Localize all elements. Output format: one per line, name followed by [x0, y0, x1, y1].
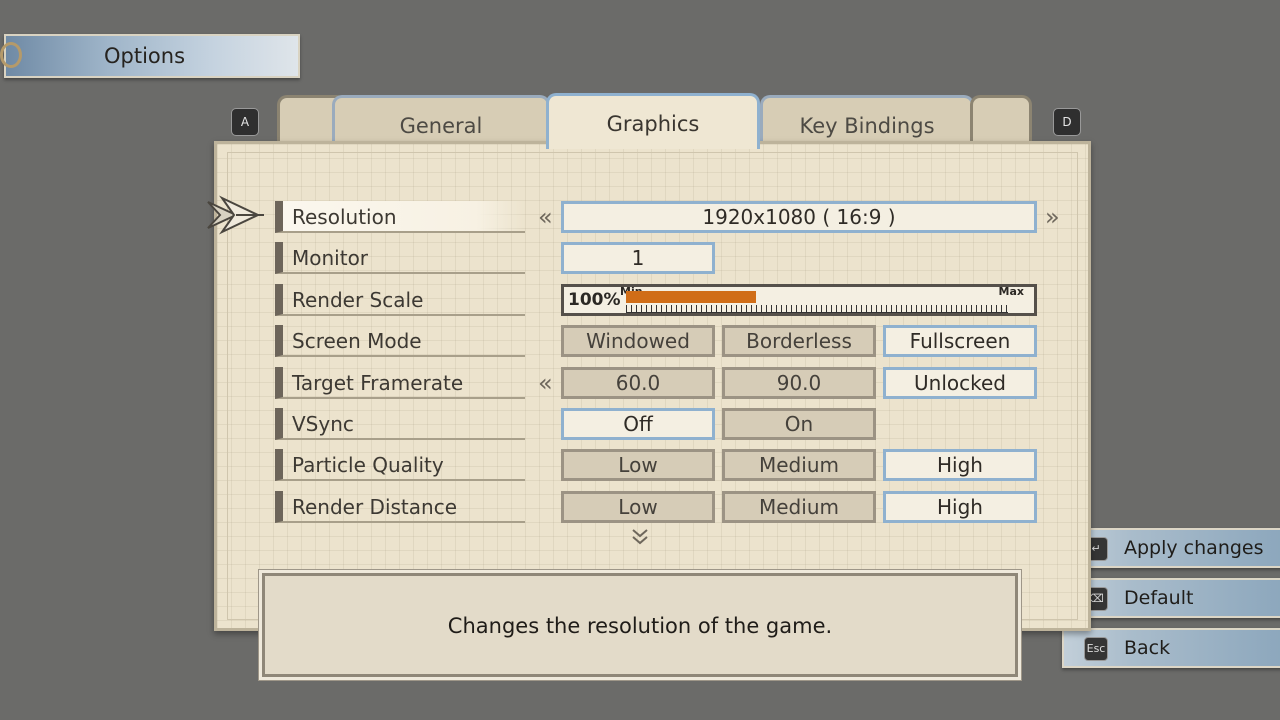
setting-row-target-framerate[interactable]: Target Framerate « 60.0 90.0 Unlocked [275, 367, 1095, 401]
particle-quality-label: Particle Quality [275, 449, 525, 481]
back-button[interactable]: Esc Back [1062, 628, 1280, 668]
next-tab-key[interactable]: D [1053, 108, 1081, 136]
vsync-option-off[interactable]: Off [561, 408, 715, 440]
setting-row-resolution[interactable]: Resolution « 1920x1080 ( 16:9 ) » [275, 201, 1095, 235]
screen-mode-option-borderless[interactable]: Borderless [722, 325, 876, 357]
resolution-label: Resolution [275, 201, 525, 233]
screen-mode-option-windowed[interactable]: Windowed [561, 325, 715, 357]
render-scale-value: 100% [568, 290, 621, 310]
tag-ring-icon [0, 42, 22, 68]
setting-row-render-distance[interactable]: Render Distance Low Medium High [275, 491, 1095, 525]
esc-key-icon: Esc [1084, 637, 1108, 661]
screen-mode-label: Screen Mode [275, 325, 525, 357]
tab-general-label: General [399, 114, 483, 138]
setting-row-screen-mode[interactable]: Screen Mode Windowed Borderless Fullscre… [275, 325, 1095, 359]
apply-changes-button[interactable]: ↵ Apply changes [1062, 528, 1280, 568]
apply-changes-label: Apply changes [1124, 537, 1264, 559]
render-scale-label: Render Scale [275, 284, 525, 316]
description-box: Changes the resolution of the game. [262, 573, 1018, 677]
monitor-label: Monitor [275, 242, 525, 274]
framerate-option-60[interactable]: 60.0 [561, 367, 715, 399]
vsync-label: VSync [275, 408, 525, 440]
render-distance-option-medium[interactable]: Medium [722, 491, 876, 523]
setting-row-render-scale[interactable]: Render Scale 100% Min Max [275, 284, 1095, 318]
framerate-option-unlocked[interactable]: Unlocked [883, 367, 1037, 399]
render-distance-option-low[interactable]: Low [561, 491, 715, 523]
framerate-option-90[interactable]: 90.0 [722, 367, 876, 399]
tab-graphics[interactable]: Graphics [546, 93, 760, 149]
render-distance-option-high[interactable]: High [883, 491, 1037, 523]
tab-key-bindings[interactable]: Key Bindings [760, 95, 974, 145]
page-title: Options [104, 44, 186, 68]
setting-row-monitor[interactable]: Monitor 1 [275, 242, 1095, 276]
scroll-down-chevron-icon[interactable] [630, 528, 650, 546]
setting-row-vsync[interactable]: VSync Off On [275, 408, 1095, 442]
particle-quality-option-high[interactable]: High [883, 449, 1037, 481]
prev-tab-key[interactable]: A [231, 108, 259, 136]
resolution-value[interactable]: 1920x1080 ( 16:9 ) [561, 201, 1037, 233]
description-text: Changes the resolution of the game. [447, 614, 833, 638]
render-scale-fill [626, 291, 756, 303]
render-scale-slider[interactable]: 100% Min Max [561, 284, 1037, 316]
target-framerate-label: Target Framerate [275, 367, 525, 399]
back-label: Back [1124, 637, 1171, 659]
tab-key-bindings-label: Key Bindings [799, 114, 935, 138]
tab-general[interactable]: General [332, 95, 550, 145]
setting-row-particle-quality[interactable]: Particle Quality Low Medium High [275, 449, 1095, 483]
render-scale-max-label: Max [998, 285, 1024, 298]
resolution-prev-arrow-icon[interactable]: « [538, 203, 553, 231]
screen-mode-option-fullscreen[interactable]: Fullscreen [883, 325, 1037, 357]
resolution-next-arrow-icon[interactable]: » [1045, 203, 1060, 231]
monitor-value[interactable]: 1 [561, 242, 715, 274]
tab-graphics-label: Graphics [606, 112, 700, 136]
graphics-settings-panel: Resolution « 1920x1080 ( 16:9 ) » Monito… [214, 141, 1091, 631]
particle-quality-option-low[interactable]: Low [561, 449, 715, 481]
framerate-prev-arrow-icon[interactable]: « [538, 369, 553, 397]
default-button[interactable]: ⌫ Default [1062, 578, 1280, 618]
default-label: Default [1124, 587, 1194, 609]
particle-quality-option-medium[interactable]: Medium [722, 449, 876, 481]
selection-pointer-icon [207, 195, 264, 235]
options-title-tag: Options [0, 34, 300, 78]
vsync-option-on[interactable]: On [722, 408, 876, 440]
tab-stub-right [970, 95, 1032, 145]
render-distance-label: Render Distance [275, 491, 525, 523]
